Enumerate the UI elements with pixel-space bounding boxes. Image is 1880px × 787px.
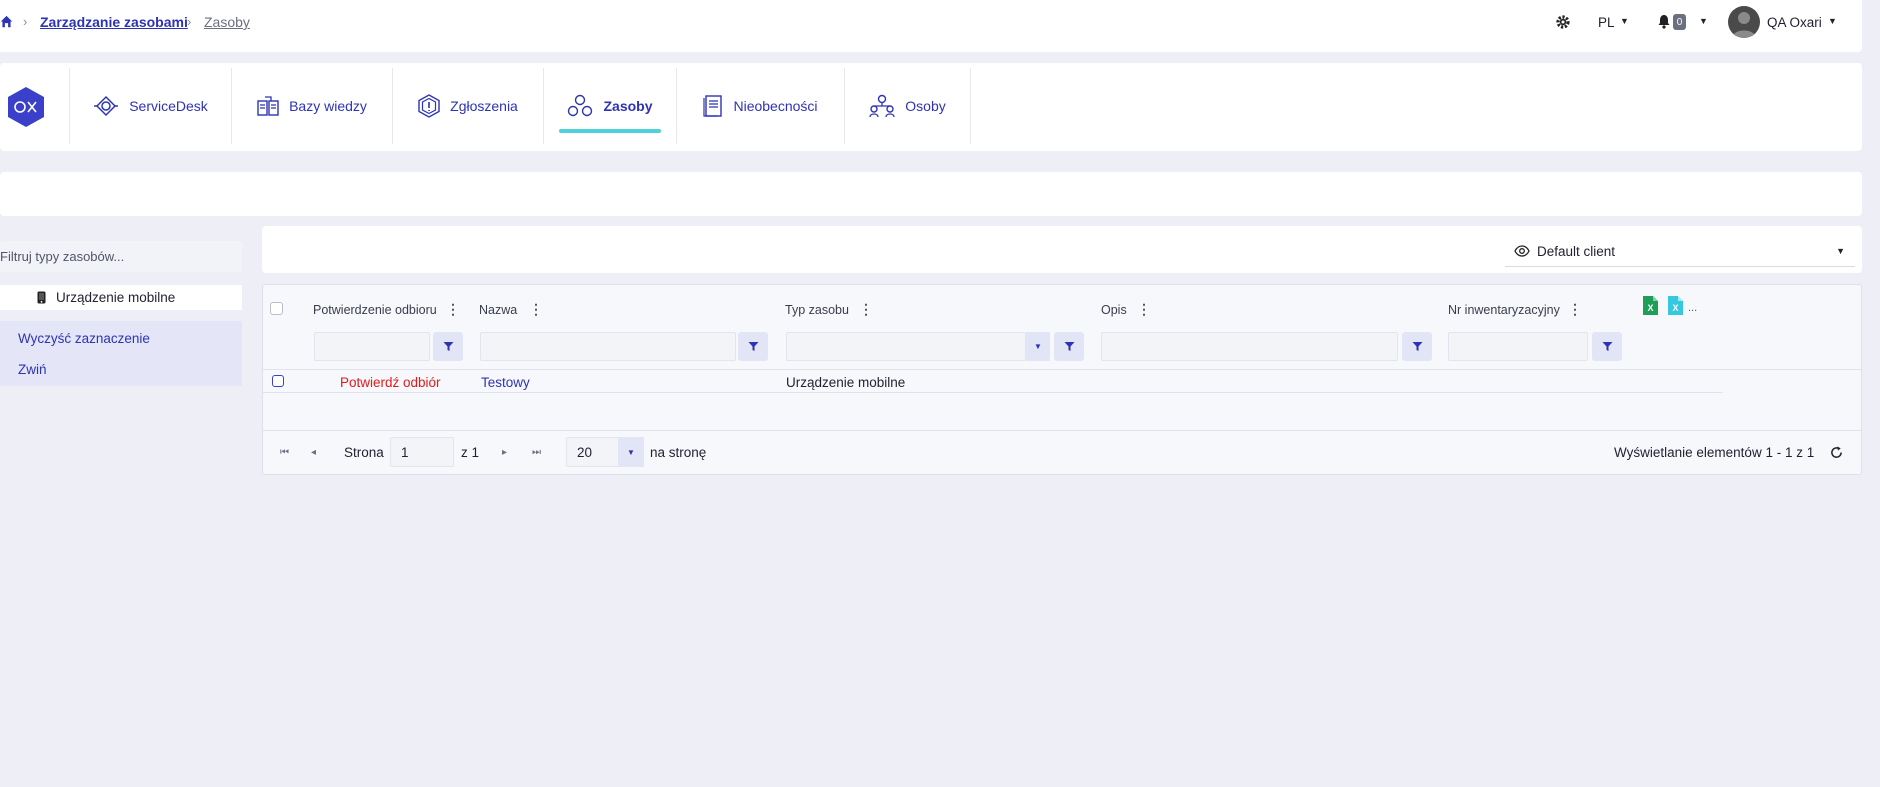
page-total-label: z 1 bbox=[461, 445, 480, 460]
page-label: Strona bbox=[344, 445, 384, 460]
eye-icon bbox=[1514, 245, 1530, 257]
column-header-name[interactable]: Nazwa bbox=[479, 303, 517, 317]
avatar[interactable] bbox=[1728, 6, 1760, 38]
app-logo[interactable] bbox=[7, 86, 45, 128]
nav-item-knowledge-base[interactable]: Bazy wiedzy bbox=[232, 68, 393, 144]
refresh-icon[interactable] bbox=[1830, 446, 1843, 459]
previous-page-icon[interactable]: ◂ bbox=[311, 447, 316, 458]
nav-item-label: Zgłoszenia bbox=[450, 98, 518, 114]
filter-icon bbox=[1412, 341, 1423, 352]
language-selector[interactable]: PL bbox=[1598, 15, 1615, 30]
asset-name-link[interactable]: Testowy bbox=[481, 375, 530, 390]
svg-text:X: X bbox=[1672, 303, 1678, 313]
chevron-down-icon: ▼ bbox=[1836, 246, 1845, 256]
nav-item-servicedesk[interactable]: ServiceDesk bbox=[70, 68, 232, 144]
chevron-down-icon[interactable]: ▼ bbox=[1620, 16, 1629, 26]
page-size-value: 20 bbox=[577, 444, 593, 460]
absences-icon bbox=[703, 95, 723, 117]
filter-button[interactable] bbox=[1402, 332, 1432, 361]
column-menu-icon[interactable]: ⋮ bbox=[859, 301, 873, 318]
column-menu-icon[interactable]: ⋮ bbox=[1137, 301, 1151, 318]
more-exports-link[interactable]: ... bbox=[1688, 302, 1697, 314]
filter-input-name[interactable] bbox=[480, 332, 736, 361]
first-page-icon[interactable]: ⏮ bbox=[280, 447, 289, 458]
filter-input-description[interactable] bbox=[1101, 332, 1398, 361]
breadcrumb-separator-icon: › bbox=[187, 14, 192, 29]
nav-item-absences[interactable]: Nieobecności bbox=[677, 68, 845, 144]
tree-item-label: Urządzenie mobilne bbox=[56, 290, 176, 305]
home-icon[interactable] bbox=[0, 15, 13, 28]
filter-button[interactable] bbox=[1592, 332, 1622, 361]
filter-icon bbox=[1064, 341, 1075, 352]
people-icon bbox=[869, 94, 895, 118]
excel-export-icon[interactable]: X bbox=[1642, 295, 1659, 316]
notification-count-badge: 0 bbox=[1673, 14, 1686, 30]
column-menu-icon[interactable]: ⋮ bbox=[446, 301, 460, 318]
view-selector-dropdown[interactable]: Default client ▼ bbox=[1505, 236, 1855, 267]
servicedesk-icon bbox=[93, 95, 119, 117]
nav-item-people[interactable]: Osoby bbox=[845, 68, 971, 144]
column-header-description[interactable]: Opis bbox=[1101, 303, 1127, 317]
filter-button[interactable] bbox=[738, 332, 768, 361]
column-menu-icon[interactable]: ⋮ bbox=[1568, 301, 1582, 318]
chevron-down-icon[interactable]: ▼ bbox=[618, 437, 644, 467]
page-number-value: 1 bbox=[401, 444, 409, 460]
mobile-device-icon bbox=[37, 291, 46, 304]
nav-active-indicator bbox=[559, 129, 661, 133]
svg-text:X: X bbox=[1647, 303, 1653, 313]
breadcrumb-current: Zasoby bbox=[204, 14, 250, 30]
column-menu-icon[interactable]: ⋮ bbox=[529, 301, 543, 318]
csv-export-icon[interactable]: X bbox=[1667, 295, 1684, 316]
filter-select-asset-type[interactable] bbox=[786, 332, 1026, 361]
next-page-icon[interactable]: ▸ bbox=[502, 447, 507, 458]
user-name[interactable]: QA Oxari bbox=[1767, 15, 1822, 30]
view-selected-value: Default client bbox=[1537, 243, 1616, 259]
column-header-inventory-number[interactable]: Nr inwentaryzacyjny bbox=[1448, 303, 1560, 317]
tickets-icon bbox=[418, 94, 440, 118]
filter-input-confirmation[interactable] bbox=[314, 332, 430, 361]
settings-gear-icon[interactable] bbox=[1555, 14, 1571, 30]
filter-icon bbox=[1602, 341, 1613, 352]
page-number-input[interactable]: 1 bbox=[390, 437, 454, 467]
row-divider bbox=[263, 392, 1723, 393]
per-page-label: na stronę bbox=[650, 445, 707, 460]
tree-item-mobile-device[interactable]: Urządzenie mobilne bbox=[0, 285, 242, 310]
breadcrumb-separator-icon: › bbox=[23, 14, 28, 29]
filter-button[interactable] bbox=[1054, 332, 1084, 361]
nav-item-label: Nieobecności bbox=[733, 98, 818, 114]
asset-type-cell: Urządzenie mobilne bbox=[786, 375, 906, 390]
toolbar-panel bbox=[0, 172, 1862, 216]
nav-item-label: Osoby bbox=[905, 98, 946, 114]
asset-type-filter-input[interactable] bbox=[0, 241, 242, 272]
filter-input-inventory-number[interactable] bbox=[1448, 332, 1588, 361]
column-header-asset-type[interactable]: Typ zasobu bbox=[785, 303, 849, 317]
knowledge-base-icon bbox=[257, 95, 279, 117]
top-bar bbox=[0, 0, 1862, 52]
chevron-down-icon[interactable]: ▼ bbox=[1699, 16, 1708, 26]
clear-selection-link[interactable]: Wyczyść zaznaczenie bbox=[18, 331, 150, 346]
breadcrumb-parent-link[interactable]: Zarządzanie zasobami bbox=[40, 14, 188, 30]
nav-item-tickets[interactable]: Zgłoszenia bbox=[393, 68, 544, 144]
last-page-icon[interactable]: ⏭ bbox=[532, 447, 541, 458]
column-header-confirmation[interactable]: Potwierdzenie odbioru bbox=[313, 303, 437, 317]
assets-icon bbox=[567, 94, 593, 118]
nav-item-label: Zasoby bbox=[603, 98, 653, 114]
chevron-down-icon[interactable]: ▼ bbox=[1828, 16, 1837, 26]
chevron-down-icon[interactable]: ▼ bbox=[1026, 332, 1050, 361]
row-checkbox[interactable] bbox=[272, 375, 284, 387]
filter-icon bbox=[443, 341, 454, 352]
select-all-checkbox[interactable] bbox=[270, 302, 283, 315]
bell-icon[interactable] bbox=[1657, 14, 1671, 29]
pager-summary: Wyświetlanie elementów 1 - 1 z 1 bbox=[1614, 445, 1815, 460]
filter-button[interactable] bbox=[433, 332, 463, 361]
nav-item-label: Bazy wiedzy bbox=[289, 98, 367, 114]
nav-item-label: ServiceDesk bbox=[129, 98, 208, 114]
collapse-link[interactable]: Zwiń bbox=[18, 362, 47, 377]
confirm-receipt-link[interactable]: Potwierdź odbiór bbox=[340, 375, 441, 390]
pager-divider bbox=[262, 430, 1862, 431]
filter-icon bbox=[748, 341, 759, 352]
